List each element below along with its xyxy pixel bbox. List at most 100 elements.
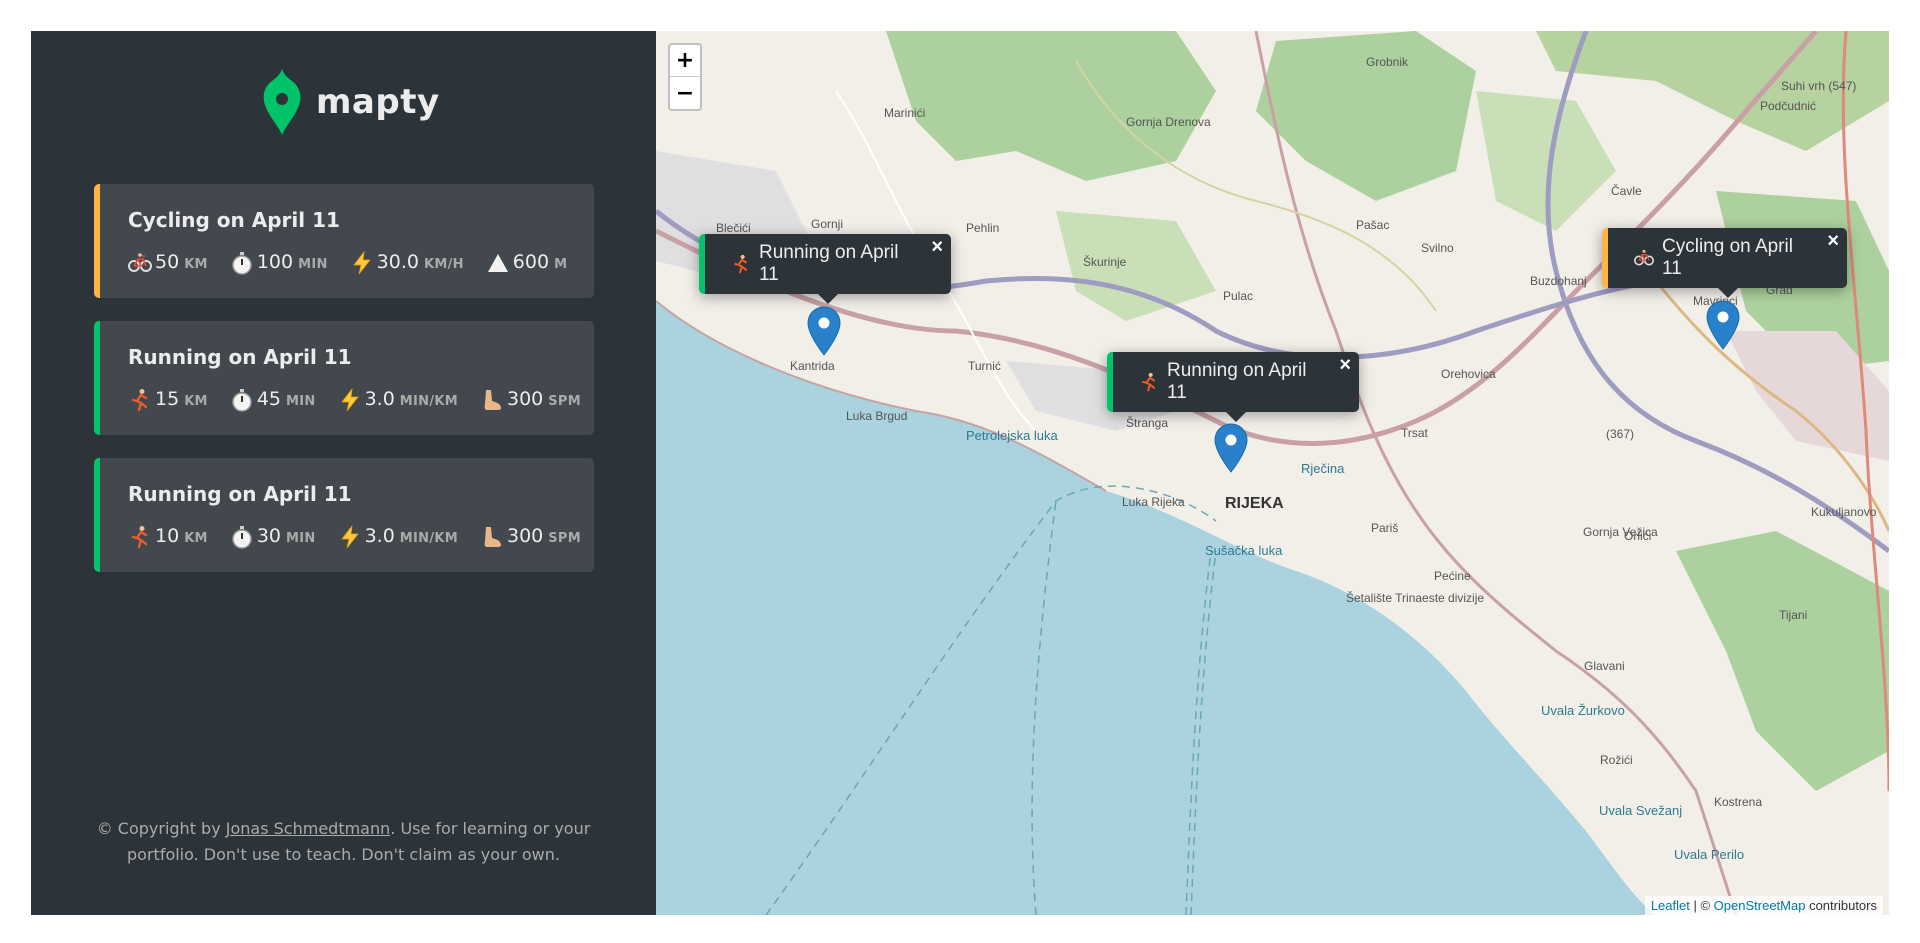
- map-marker[interactable]: [1214, 423, 1248, 473]
- workout-unit: km: [184, 531, 208, 546]
- workout-unit: km/h: [423, 257, 464, 272]
- place-label: Uvala Perilo: [1674, 847, 1745, 862]
- lightning-icon: [350, 251, 374, 275]
- place-label: Štranga: [1126, 416, 1169, 430]
- logo: mapty: [262, 69, 440, 135]
- workout-unit: min/km: [399, 394, 458, 409]
- place-label: Kostrena: [1714, 795, 1763, 809]
- attribution-suffix: contributors: [1805, 898, 1877, 913]
- bicycle-icon: [128, 251, 152, 275]
- workout-popup[interactable]: Running on April 11 ×: [699, 234, 951, 304]
- runner-icon: [128, 525, 152, 549]
- openstreetmap-link[interactable]: OpenStreetMap: [1714, 898, 1806, 913]
- workout-unit: km: [184, 394, 208, 409]
- workout-value: 15: [155, 388, 180, 410]
- place-label: Pulac: [1223, 289, 1254, 303]
- popup-tip: [1716, 287, 1739, 298]
- workout-details: 50 km 100 min 30.0: [128, 251, 567, 275]
- workout-detail-pace: 3.0 min/km: [338, 388, 458, 412]
- map-marker[interactable]: [807, 306, 841, 356]
- workout-title: Running on April 11: [128, 482, 352, 506]
- place-label: Glavani: [1584, 659, 1625, 673]
- workout-detail-distance: 15 km: [128, 388, 208, 412]
- workout-value: 45: [256, 388, 281, 410]
- sidebar: mapty Cycling on April 11 50 km: [31, 31, 656, 915]
- map-tiles[interactable]: [656, 31, 1889, 915]
- attribution-separator: | ©: [1689, 898, 1714, 913]
- zoom-out-button[interactable]: −: [670, 77, 700, 109]
- place-label: Podčudnić: [1760, 99, 1817, 113]
- popup-close-button[interactable]: ×: [1827, 230, 1839, 253]
- stopwatch-icon: [230, 525, 254, 549]
- place-label: Petrolejska luka: [966, 428, 1058, 443]
- workout-popup[interactable]: Running on April 11 ×: [1107, 352, 1359, 422]
- workout-value: 3.0: [364, 388, 395, 410]
- place-label: Tijani: [1779, 608, 1808, 622]
- workout-card-running[interactable]: Running on April 11 15 km 45: [94, 321, 594, 435]
- workout-detail-cadence: 300 spm: [480, 525, 581, 549]
- workout-value: 300: [507, 525, 544, 547]
- workout-detail-speed: 30.0 km/h: [350, 251, 464, 275]
- popup-tip: [1225, 411, 1247, 422]
- mountain-icon: [486, 251, 510, 275]
- workout-detail-duration: 100 min: [230, 251, 328, 275]
- workout-unit: min: [286, 531, 316, 546]
- lightning-icon: [338, 525, 362, 549]
- map[interactable]: Grobnik Podčudnić Suhi vrh (547) Marinić…: [656, 31, 1889, 915]
- workout-card-cycling[interactable]: Cycling on April 11 50 km 100: [94, 184, 594, 298]
- copyright: © Copyright by Jonas Schmedtmann. Use fo…: [91, 816, 596, 868]
- place-label: Orlići: [1624, 529, 1652, 543]
- place-label: Luka Rijeka: [1122, 495, 1185, 509]
- workout-title: Running on April 11: [128, 345, 352, 369]
- leaflet-link[interactable]: Leaflet: [1651, 898, 1690, 913]
- place-label: Turnić: [968, 359, 1001, 373]
- map-pin-icon: [807, 306, 841, 356]
- author-link[interactable]: Jonas Schmedtmann: [226, 819, 391, 838]
- workout-title: Cycling on April 11: [128, 208, 340, 232]
- workout-value: 30: [256, 525, 281, 547]
- place-label: Pariš: [1371, 521, 1399, 535]
- workout-detail-duration: 45 min: [230, 388, 316, 412]
- place-label: Rječina: [1301, 461, 1345, 476]
- workout-popup[interactable]: Cycling on April 11 ×: [1602, 228, 1847, 298]
- workout-value: 100: [256, 251, 294, 273]
- place-label: Orehovica: [1441, 367, 1496, 381]
- place-label: Pećine: [1434, 569, 1471, 583]
- place-label: RIJEKA: [1225, 495, 1284, 512]
- workout-value: 10: [155, 525, 180, 547]
- workout-card-running[interactable]: Running on April 11 10 km 30: [94, 458, 594, 572]
- place-label: Buzdohanj: [1530, 274, 1587, 288]
- place-label: Svilno: [1421, 241, 1454, 255]
- stopwatch-icon: [230, 388, 254, 412]
- zoom-in-button[interactable]: +: [670, 45, 700, 77]
- workout-detail-pace: 3.0 min/km: [338, 525, 458, 549]
- lightning-icon: [338, 388, 362, 412]
- runner-icon: [1139, 372, 1159, 392]
- popup-tip: [817, 293, 839, 304]
- workout-unit: min: [286, 394, 316, 409]
- zoom-control: + −: [668, 43, 702, 111]
- workout-details: 15 km 45 min 3.0: [128, 388, 581, 412]
- popup-label: Cycling on April 11: [1662, 236, 1793, 279]
- map-marker[interactable]: [1706, 300, 1740, 350]
- place-label: Trsat: [1401, 426, 1428, 440]
- foot-icon: [480, 388, 504, 412]
- workout-value: 600: [512, 251, 550, 273]
- bicycle-icon: [1634, 248, 1654, 268]
- workout-unit: min/km: [399, 531, 458, 546]
- workout-detail-cadence: 300 spm: [480, 388, 581, 412]
- workout-detail-distance: 10 km: [128, 525, 208, 549]
- place-label: Kukuljanovo: [1811, 505, 1877, 519]
- place-label: Gornji: [811, 217, 844, 231]
- map-pin-icon: [1214, 423, 1248, 473]
- workout-unit: m: [554, 257, 568, 272]
- popup-close-button[interactable]: ×: [1339, 354, 1351, 377]
- workout-value: 3.0: [364, 525, 395, 547]
- popup-close-button[interactable]: ×: [931, 236, 943, 259]
- place-label: Blečići: [716, 221, 751, 235]
- place-label: Pašac: [1356, 218, 1390, 232]
- stopwatch-icon: [230, 251, 254, 275]
- copyright-prefix: © Copyright by: [96, 819, 226, 838]
- workout-list: Cycling on April 11 50 km 100: [94, 184, 594, 595]
- popup-label: Running on April 11: [759, 242, 899, 285]
